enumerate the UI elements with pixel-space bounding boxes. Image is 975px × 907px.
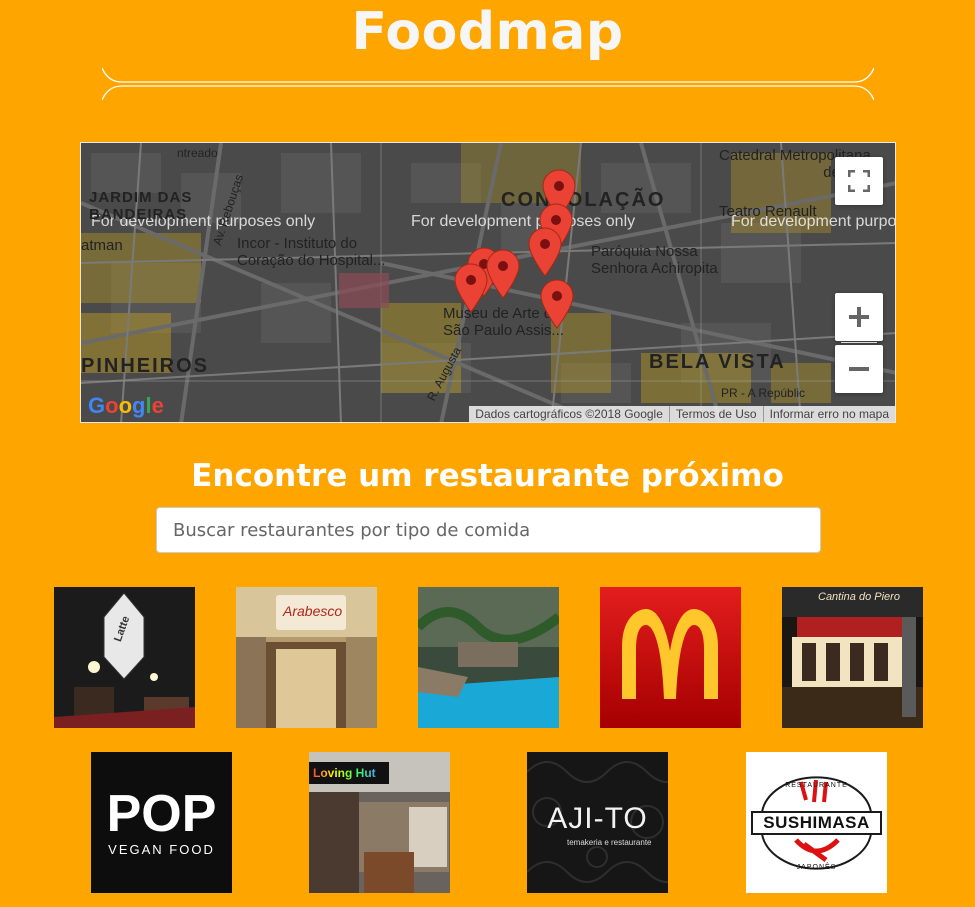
pool-restaurant-icon	[418, 587, 559, 728]
zoom-in-button[interactable]	[835, 293, 883, 341]
map-label-consolacao: CONSOLAÇÃO	[501, 189, 666, 211]
tile-label: Cantina do Piero	[818, 591, 900, 603]
restaurant-tile[interactable]: POP VEGAN FOOD	[91, 752, 232, 893]
terms-link[interactable]: Termos de Uso	[668, 406, 763, 422]
map-pin[interactable]	[485, 249, 521, 299]
tile-label: JAPONÊS	[796, 864, 837, 871]
restaurant-tile[interactable]	[418, 587, 559, 728]
map-pin[interactable]	[539, 279, 575, 329]
map-pin[interactable]	[453, 263, 489, 313]
tile-label: SUSHIMASA	[763, 813, 870, 832]
tile-label: RESTAURANTE	[785, 782, 848, 789]
restaurant-tile[interactable]	[600, 587, 741, 728]
restaurant-tile[interactable]: Loving Hut	[309, 752, 450, 893]
restaurant-tile[interactable]: SUSHIMASA RESTAURANTE JAPONÊS	[746, 752, 887, 893]
title-divider	[102, 67, 874, 101]
tile-label: Arabesco	[283, 603, 343, 619]
tile-label: VEGAN FOOD	[108, 842, 215, 857]
plus-icon	[849, 307, 869, 327]
report-error-link[interactable]: Informar erro no mapa	[762, 406, 895, 422]
map-attribution: Dados cartográficos ©2018 Google Termos …	[469, 406, 895, 422]
map-label-incor: Incor - Instituto do Coração do Hospital…	[237, 235, 386, 270]
restaurant-map[interactable]: For development purposes only For develo…	[80, 142, 896, 423]
tile-label: AJI-TO	[547, 802, 648, 835]
minus-icon	[849, 367, 869, 371]
restaurant-tile[interactable]: Latte	[54, 587, 195, 728]
map-label-teatro: Teatro Renault	[719, 203, 817, 220]
map-label: ntreado	[177, 146, 218, 160]
map-pin[interactable]	[527, 227, 563, 277]
map-label-pinheiros: PINHEIROS	[81, 355, 210, 377]
mcdonalds-icon	[600, 587, 741, 728]
tile-label: POP	[106, 785, 217, 843]
google-logo[interactable]: Google	[88, 393, 164, 419]
fullscreen-icon	[848, 170, 870, 192]
map-label-jardim: JARDIM DAS BANDEIRAS	[89, 189, 193, 224]
cantina-icon	[782, 587, 923, 728]
zoom-out-button[interactable]	[835, 345, 883, 393]
tile-label: temakeria e restaurante	[567, 838, 652, 847]
search-input[interactable]	[156, 507, 821, 553]
fullscreen-button[interactable]	[835, 157, 883, 205]
page-title: Foodmap	[351, 2, 624, 62]
restaurant-tile[interactable]: Cantina do Piero	[782, 587, 923, 728]
dev-watermark: For development purposes only	[411, 213, 636, 230]
finder-heading: Encontre um restaurante próximo	[191, 458, 784, 494]
map-data-credit: Dados cartográficos ©2018 Google	[475, 407, 663, 421]
tile-label: Loving Hut	[313, 766, 376, 780]
map-label: PR - A Repúblic	[721, 386, 806, 400]
map-label-paroquia: Paróquia Nossa Senhora Achiropita	[591, 243, 718, 278]
restaurant-tile[interactable]: Arabesco	[236, 587, 377, 728]
restaurant-tile[interactable]: AJI-TO temakeria e restaurante	[527, 752, 668, 893]
map-label: atman	[81, 237, 123, 254]
latte-icon	[54, 587, 195, 728]
loving-hut-label: Loving Hut	[313, 766, 376, 780]
zoom-divider	[841, 342, 877, 343]
map-label-bela-vista: BELA VISTA	[649, 351, 786, 373]
